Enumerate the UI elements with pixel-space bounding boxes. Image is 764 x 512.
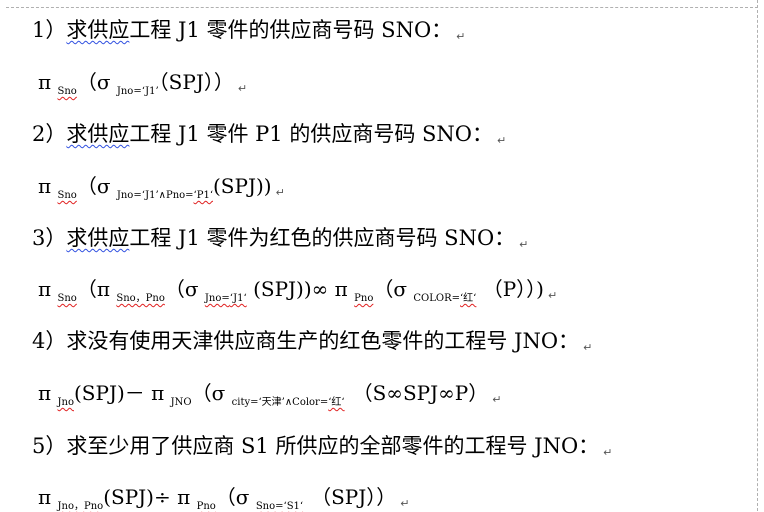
formula-rest: (SPJ))	[213, 174, 272, 198]
projection-subscript: Sno	[57, 293, 77, 304]
formula-mid-2: （σ	[373, 277, 408, 301]
projection-subscript: Sno	[57, 86, 77, 97]
question-number: 4）	[32, 329, 67, 353]
inner-projection-subscript: Sno，Pno	[116, 293, 165, 304]
question-5: 5）求至少用了供应商 S1 所供应的全部零件的工程号 JNO： ↵	[32, 430, 612, 460]
inner-projection-subscript: JNO	[170, 397, 192, 408]
selection-subscript-value: ‘S1‘	[283, 501, 304, 512]
selection-subscript: Sno=	[255, 501, 284, 512]
question-spellcheck-word: 求供应	[66, 122, 130, 146]
second-selection-subscript: COLOR=	[413, 293, 460, 304]
projection-subscript: Jno	[57, 397, 74, 408]
formula-rest: （SPJ））	[311, 485, 397, 509]
question-text: 求没有使用天津供应商生产的红色零件的工程号 JNO：	[66, 329, 580, 353]
selection-subscript-value: ‘红‘	[328, 397, 345, 408]
question-number: 2）	[32, 122, 67, 146]
projection-symbol: π	[38, 70, 52, 94]
projection-symbol: π	[38, 381, 52, 405]
selection-subscript: Jno=	[204, 293, 230, 304]
projection-subscript: Jno，Pno	[57, 501, 104, 512]
paragraph-mark-icon: ↵	[492, 393, 502, 406]
paragraph-mark-icon: ↵	[456, 30, 466, 43]
paragraph-mark-icon: ↵	[237, 82, 248, 95]
question-2: 2）求供应工程 J1 零件 P1 的供应商号码 SNO： ↵	[32, 118, 506, 148]
paragraph-mark-icon: ↵	[547, 289, 558, 302]
projection-symbol: π	[38, 485, 52, 509]
question-number: 1）	[32, 18, 67, 42]
page-margin-guide-right	[757, 0, 758, 511]
question-text: 求至少用了供应商 S1 所供应的全部零件的工程号 JNO：	[66, 434, 600, 458]
formula-open: （σ	[215, 485, 250, 509]
paragraph-mark-icon: ↵	[275, 186, 285, 199]
formula-mid: (SPJ)－ π	[74, 381, 165, 405]
formula-1: π Sno（σ Jno=‘J1’（SPJ）） ↵	[38, 66, 247, 97]
selection-subscript: Jno=‘J1’∧Pno=	[116, 190, 194, 201]
question-text: 工程 J1 零件为红色的供应商号码 SNO：	[129, 226, 516, 250]
projection-symbol: π	[38, 174, 52, 198]
paragraph-mark-icon: ↵	[583, 341, 593, 354]
formula-open: （π	[76, 277, 110, 301]
formula-open: （σ	[76, 70, 111, 94]
question-1: 1）求供应工程 J1 零件的供应商号码 SNO： ↵	[32, 14, 465, 44]
formula-5: π Jno，Pno(SPJ)÷ π Pno（σ Sno=‘S1‘ （SPJ）） ↵	[38, 481, 410, 512]
page-margin-guide-top	[6, 7, 758, 8]
selection-subscript-value: ‘P1‘	[193, 190, 213, 201]
second-selection-subscript-value: ‘红‘	[460, 293, 477, 304]
projection-subscript: Sno	[57, 190, 77, 201]
question-number: 5）	[32, 434, 67, 458]
paragraph-mark-icon: ↵	[497, 134, 507, 147]
paragraph-mark-icon: ↵	[519, 238, 529, 251]
question-number: 3）	[32, 226, 67, 250]
question-3: 3）求供应工程 J1 零件为红色的供应商号码 SNO： ↵	[32, 222, 528, 252]
formula-rest: （SPJ））	[158, 70, 234, 94]
paragraph-mark-icon: ↵	[603, 446, 613, 459]
question-spellcheck-word: 求供应	[66, 18, 130, 42]
selection-subscript: Jno=‘J1’	[116, 86, 159, 97]
formula-3: π Sno（π Sno，Pno（σ Jno=‘J1‘ (SPJ))∞ π Pno…	[38, 273, 557, 304]
formula-open: （σ	[191, 381, 226, 405]
formula-mid: （σ	[164, 277, 199, 301]
question-text: 工程 J1 零件的供应商号码 SNO：	[129, 18, 453, 42]
selection-subscript-value: ‘J1‘	[229, 293, 247, 304]
formula-rest: （P））)	[482, 277, 544, 301]
question-text: 工程 J1 零件 P1 的供应商号码 SNO：	[129, 122, 493, 146]
formula-join: (SPJ))∞ π	[253, 277, 348, 301]
inner-projection-subscript: Pno	[196, 501, 216, 512]
formula-open: （σ	[76, 174, 111, 198]
question-4: 4）求没有使用天津供应商生产的红色零件的工程号 JNO： ↵	[32, 325, 592, 355]
formula-rest: （S∞SPJ∞P）	[352, 381, 489, 405]
formula-mid: (SPJ)÷ π	[103, 485, 191, 509]
formula-4: π Jno(SPJ)－ π JNO（σ city=‘天津’∧Color=‘红‘ （…	[38, 377, 501, 408]
question-spellcheck-word: 求供应	[66, 226, 130, 250]
formula-2: π Sno（σ Jno=‘J1’∧Pno=‘P1‘(SPJ)) ↵	[38, 170, 285, 201]
selection-subscript: city=‘天津’∧Color=	[231, 397, 329, 408]
third-projection-subscript: Pno	[354, 293, 374, 304]
projection-symbol: π	[38, 277, 52, 301]
paragraph-mark-icon: ↵	[400, 497, 410, 510]
